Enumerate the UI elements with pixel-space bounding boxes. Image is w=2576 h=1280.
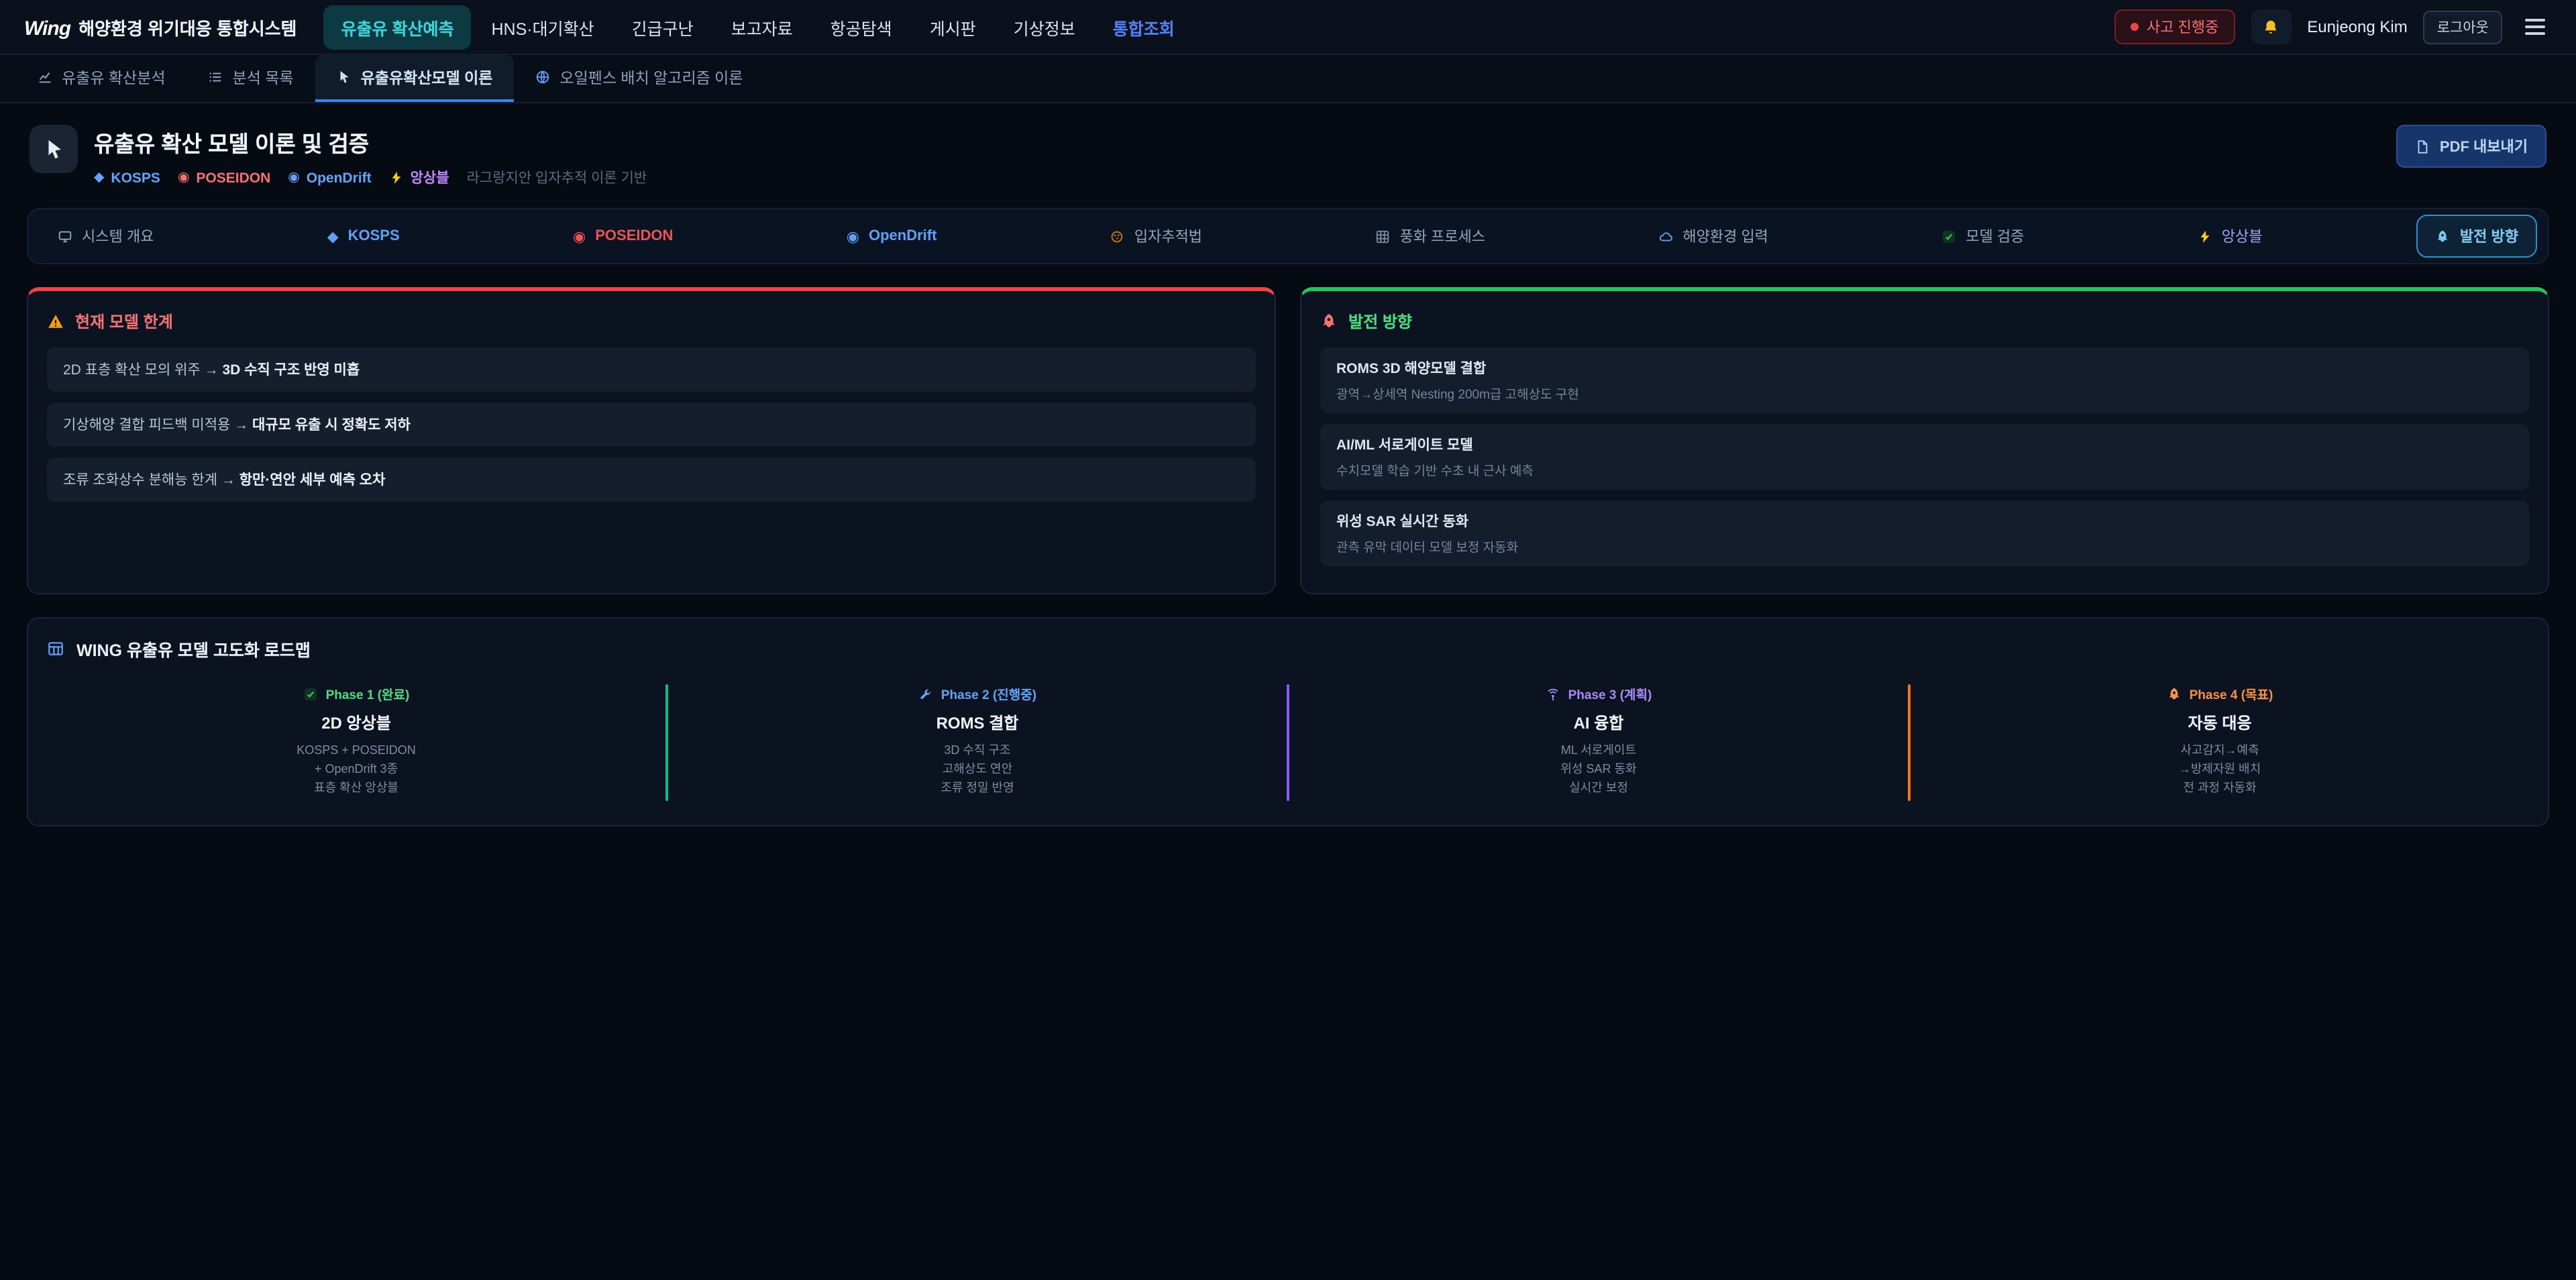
hamburger-menu-icon[interactable] — [2518, 12, 2552, 42]
topbar-right: 사고 진행중 Eunjeong Kim 로그아웃 — [2114, 9, 2552, 44]
direction-item: 위성 SAR 실시간 동화 관측 유막 데이터 모델 보정 자동화 — [1320, 500, 2529, 566]
cloud-icon — [1658, 229, 1673, 244]
dot-circle-icon: ◉ — [573, 227, 586, 245]
roadmap-phase-2: Phase 2 (진행중) ROMS 결합 3D 수직 구조 고해상도 연안 조… — [668, 682, 1287, 804]
tab-spill-model-theory[interactable]: 유출유확산모델 이론 — [315, 55, 515, 102]
section-nav-ensemble[interactable]: 앙상블 — [2179, 215, 2282, 258]
notifications-button[interactable] — [2251, 9, 2291, 44]
phase-1-label: Phase 1 (완료) — [55, 684, 657, 703]
roadmap-phase-3: Phase 3 (계획) AI 융합 ML 서로게이트 위성 SAR 동화 실시… — [1289, 682, 1908, 804]
check-square-icon — [303, 686, 318, 701]
cursor-icon — [337, 70, 352, 85]
user-name: Eunjeong Kim — [2307, 17, 2407, 36]
nav-item-integrated-search[interactable]: 통합조회 — [1095, 5, 1192, 49]
direction-item: ROMS 3D 해양모델 결합 광역→상세역 Nesting 200m급 고해상… — [1320, 348, 2529, 413]
nav-item-reports[interactable]: 보고자료 — [714, 5, 810, 49]
page-titles: 유출유 확산 모델 이론 및 검증 ◆KOSPS ◉POSEIDON ◉Open… — [94, 125, 647, 188]
page-cursor-icon — [30, 125, 78, 173]
page-header: 유출유 확산 모델 이론 및 검증 ◆KOSPS ◉POSEIDON ◉Open… — [30, 125, 2546, 188]
limit-item: 2D 표층 확산 모의 위주 → 3D 수직 구조 반영 미흡 — [47, 348, 1256, 392]
particles-icon — [1110, 229, 1125, 244]
list-icon — [209, 70, 223, 85]
rocket-icon — [1320, 313, 1338, 330]
incident-status-badge[interactable]: 사고 진행중 — [2114, 9, 2235, 44]
nav-item-emergency-rescue[interactable]: 긴급구난 — [614, 5, 711, 49]
sub-tabbar: 유출유 확산분석 분석 목록 유출유확산모델 이론 오일펜스 배치 알고리즘 이… — [0, 55, 2576, 103]
section-nav-weathering-process[interactable]: 풍화 프로세스 — [1356, 215, 1504, 258]
roadmap-phase-4: Phase 4 (목표) 자동 대응 사고감지→예측 →방제자원 배치 전 과정… — [1911, 682, 2529, 804]
directions-panel-title: 발전 방향 — [1320, 310, 2529, 333]
limit-item: 조류 조화상수 분해능 한계 → 항만·연안 세부 예측 오차 — [47, 458, 1256, 502]
nav-item-oil-spill-prediction[interactable]: 유출유 확산예측 — [324, 5, 472, 49]
document-icon — [2416, 139, 2430, 154]
section-nav-system-overview[interactable]: 시스템 개요 — [39, 215, 172, 258]
page-title: 유출유 확산 모델 이론 및 검증 — [94, 126, 647, 158]
tab-analysis-list[interactable]: 분석 목록 — [187, 55, 315, 102]
check-square-icon — [1941, 229, 1956, 244]
tab-oil-fence-algorithm-theory[interactable]: 오일펜스 배치 알고리즘 이론 — [514, 55, 764, 102]
incident-badge-label: 사고 진행중 — [2147, 16, 2218, 38]
limit-item: 기상해양 결합 피드백 미적용 → 대규모 유출 시 정확도 저하 — [47, 403, 1256, 447]
topbar: Wing 해양환경 위기대응 통합시스템 유출유 확산예측 HNS·대기확산 긴… — [0, 0, 2576, 55]
section-nav-poseidon[interactable]: ◉ POSEIDON — [554, 217, 692, 256]
satellite-icon — [1546, 686, 1560, 701]
logo-text: 해양환경 위기대응 통합시스템 — [78, 14, 297, 40]
nav-item-board[interactable]: 게시판 — [912, 5, 994, 49]
phase-3-label: Phase 3 (계획) — [1297, 684, 1900, 703]
limits-panel-title: 현재 모델 한계 — [47, 310, 1256, 333]
warning-icon — [47, 313, 64, 330]
bell-icon — [2262, 18, 2279, 36]
section-nav-marine-environment-input[interactable]: 해양환경 입력 — [1640, 215, 1787, 258]
roadmap-title: WING 유출유 모델 고도화 로드맵 — [47, 636, 2529, 661]
section-nav-kosps[interactable]: ◆ KOSPS — [309, 217, 419, 256]
current-model-limits-panel: 현재 모델 한계 2D 표층 확산 모의 위주 → 3D 수직 구조 반영 미흡… — [27, 287, 1276, 594]
direction-item: AI/ML 서로게이트 모델 수치모델 학습 기반 수초 내 근사 예측 — [1320, 424, 2529, 490]
globe-icon — [535, 70, 550, 85]
diamond-icon: ◆ — [327, 227, 339, 245]
roadmap-panel: WING 유출유 모델 고도화 로드맵 Phase 1 (완료) 2D 앙상블 … — [27, 617, 2549, 826]
model-badge-row: ◆KOSPS ◉POSEIDON ◉OpenDrift 앙상블 라그랑지안 입자… — [94, 168, 647, 188]
main-content: 유출유 확산 모델 이론 및 검증 ◆KOSPS ◉POSEIDON ◉Open… — [0, 125, 2576, 826]
nav-item-weather-info[interactable]: 기상정보 — [996, 5, 1093, 49]
section-nav-opendrift[interactable]: ◉ OpenDrift — [828, 217, 956, 256]
badge-poseidon: ◉POSEIDON — [178, 170, 270, 186]
page-subtitle: 라그랑지안 입자추적 이론 기반 — [467, 168, 647, 188]
roadmap-phases: Phase 1 (완료) 2D 앙상블 KOSPS + POSEIDON + O… — [47, 682, 2529, 804]
logout-button[interactable]: 로그아웃 — [2424, 10, 2502, 44]
roadmap-phase-1: Phase 1 (완료) 2D 앙상블 KOSPS + POSEIDON + O… — [47, 682, 665, 804]
lightning-icon — [389, 170, 404, 185]
app-logo[interactable]: Wing 해양환경 위기대응 통합시스템 — [24, 14, 297, 40]
rocket-icon — [2167, 686, 2182, 701]
lightning-icon — [2198, 229, 2212, 244]
logo-mark: Wing — [24, 17, 70, 40]
badge-ensemble: 앙상블 — [389, 168, 449, 188]
panels-row: 현재 모델 한계 2D 표층 확산 모의 위주 → 3D 수직 구조 반영 미흡… — [27, 287, 2549, 594]
section-nav-future-directions[interactable]: 발전 방향 — [2417, 215, 2537, 258]
phase-4-label: Phase 4 (목표) — [1919, 684, 2521, 703]
tab-spill-diffusion-analysis[interactable]: 유출유 확산분석 — [16, 55, 187, 102]
chart-icon — [38, 70, 52, 85]
dot-circle-icon: ◉ — [288, 170, 299, 185]
grid-icon — [1375, 229, 1390, 244]
future-directions-panel: 발전 방향 ROMS 3D 해양모델 결합 광역→상세역 Nesting 200… — [1300, 287, 2549, 594]
rocket-icon — [2436, 229, 2451, 244]
main-nav: 유출유 확산예측 HNS·대기확산 긴급구난 보고자료 항공탐색 게시판 기상정… — [324, 5, 1192, 49]
section-nav-particle-tracking[interactable]: 입자추적법 — [1091, 215, 1221, 258]
app-root: Wing 해양환경 위기대응 통합시스템 유출유 확산예측 HNS·대기확산 긴… — [0, 0, 2576, 1280]
monitor-icon — [58, 229, 72, 244]
badge-opendrift: ◉OpenDrift — [288, 170, 371, 186]
diamond-icon: ◆ — [94, 170, 104, 185]
pdf-export-button[interactable]: PDF 내보내기 — [2397, 125, 2546, 168]
section-nav-model-validation[interactable]: 모델 검증 — [1923, 215, 2043, 258]
nav-item-hns-air-diffusion[interactable]: HNS·대기확산 — [474, 5, 611, 49]
badge-kosps: ◆KOSPS — [94, 170, 160, 186]
table-icon — [47, 640, 64, 657]
wrench-icon — [918, 686, 933, 701]
incident-dot-icon — [2131, 23, 2139, 31]
nav-item-aerial-search[interactable]: 항공탐색 — [813, 5, 910, 49]
dot-circle-icon: ◉ — [847, 227, 859, 245]
section-nav: 시스템 개요 ◆ KOSPS ◉ POSEIDON ◉ OpenDrift 입자… — [27, 208, 2549, 264]
dot-circle-icon: ◉ — [178, 170, 189, 185]
phase-2-label: Phase 2 (진행중) — [676, 684, 1279, 703]
